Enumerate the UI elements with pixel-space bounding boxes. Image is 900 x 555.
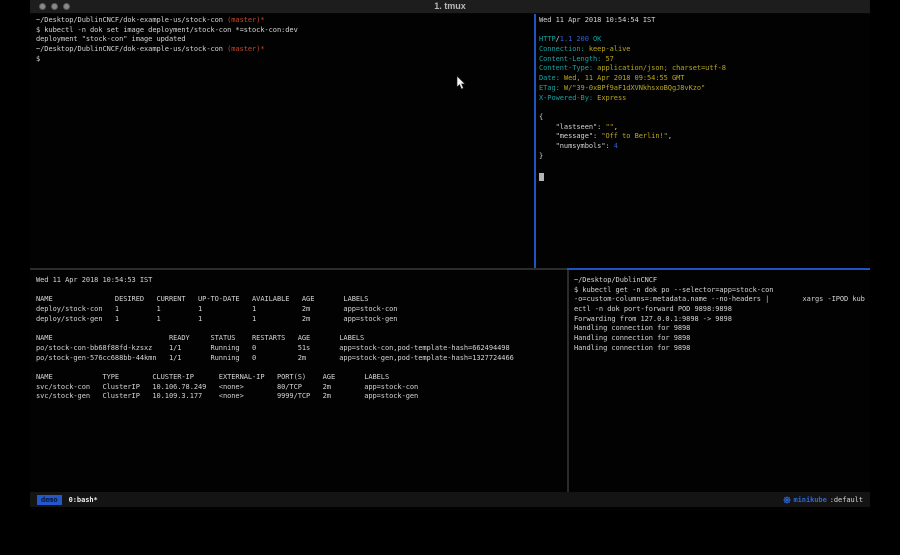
pane-bottom-right-port-forward[interactable]: ~/Desktop/DublinCNCF$ kubectl get -n dok… bbox=[569, 270, 870, 492]
tmux-status-bar: demo 0:bash* minikube:default bbox=[30, 492, 870, 507]
window-label[interactable]: 0:bash* bbox=[69, 496, 98, 504]
kube-context[interactable]: minikube bbox=[794, 496, 827, 504]
kubernetes-helm-icon bbox=[783, 496, 791, 504]
status-bar-right: minikube:default bbox=[783, 496, 864, 504]
pane-top-left-shell[interactable]: ~/Desktop/DublinCNCF/dok-example-us/stoc… bbox=[30, 14, 534, 268]
window-title: 1. tmux bbox=[30, 1, 870, 11]
screen: 1. tmux ~/Desktop/DublinCNCF/dok-example… bbox=[0, 0, 900, 555]
kube-namespace[interactable]: :default bbox=[830, 496, 863, 504]
pane-bottom-left-kubectl-get[interactable]: Wed 11 Apr 2018 10:54:53 ISTNAME DESIRED… bbox=[30, 270, 566, 492]
terminal-window: 1. tmux ~/Desktop/DublinCNCF/dok-example… bbox=[30, 0, 870, 510]
session-name-badge[interactable]: demo bbox=[37, 495, 62, 505]
pane-top-right-http-response[interactable]: Wed 11 Apr 2018 10:54:54 ISTHTTP/1.1 200… bbox=[536, 14, 870, 268]
mouse-cursor bbox=[456, 75, 466, 89]
titlebar[interactable]: 1. tmux bbox=[30, 0, 870, 14]
